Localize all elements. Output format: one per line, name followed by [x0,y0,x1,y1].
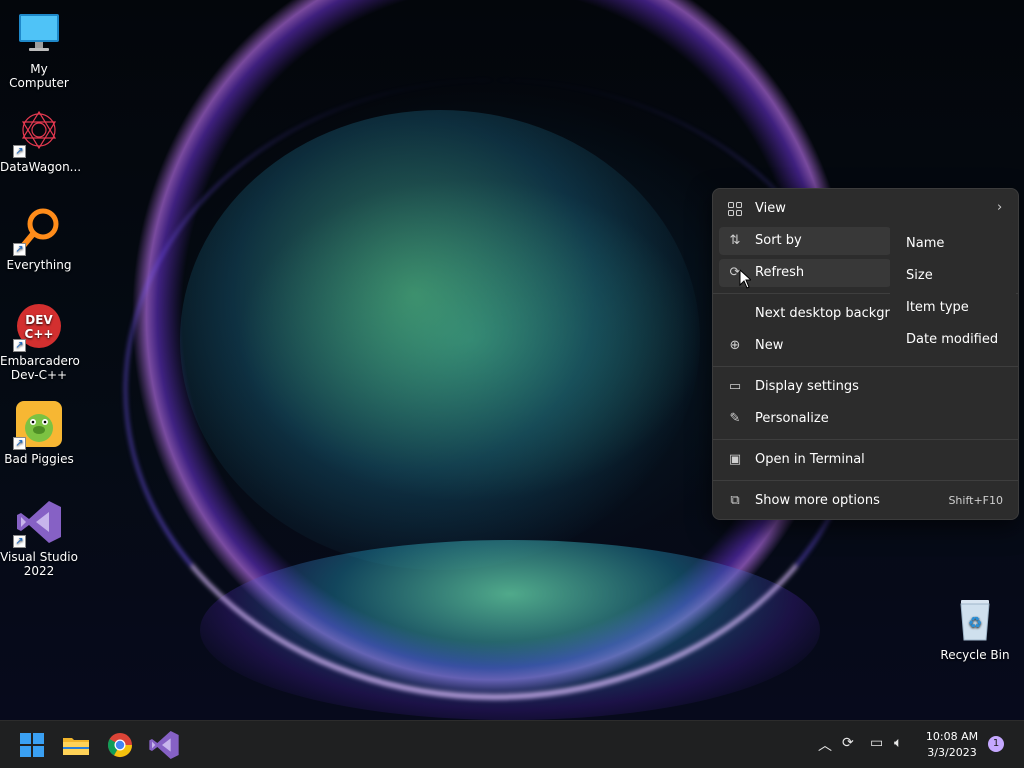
menu-item-label: Personalize [755,411,829,426]
menu-item-view[interactable]: View › [719,195,1013,223]
desktop[interactable]: My Computer ↗ DataWagon... ↗ Everything … [0,0,1024,720]
chevron-right-icon: › [997,200,1003,215]
shortcut-label: Shift+F10 [948,494,1003,507]
desktop-icon-label: DataWagon... [0,160,82,174]
shortcut-arrow-icon: ↗ [13,339,26,352]
file-explorer-button[interactable] [60,729,92,761]
expand-icon: ⧉ [730,493,740,508]
magnifier-icon: ↗ [13,206,63,256]
submenu-item-date-modified[interactable]: Date modified [906,332,998,347]
sort-by-submenu: Name Size Item type Date modified [890,222,1016,358]
plus-circle-icon: ⊕ [729,338,741,353]
clock-date: 3/3/2023 [927,746,977,759]
menu-item-label: Show more options [755,493,880,508]
mouse-cursor-icon [739,269,751,289]
bad-piggies-icon: ↗ [13,400,63,450]
clock-time: 10:08 AM [925,730,979,743]
monitor-icon [15,10,63,58]
taskbar: ︿ ⟳ ▭ 🔈︎ 10:08 AM 3/3/2023 [0,720,1024,768]
submenu-item-item-type[interactable]: Item type [906,300,969,315]
menu-separator [713,439,1018,440]
display-icon: ▭ [728,379,742,394]
sync-alert-icon[interactable]: ⟳ [842,735,854,751]
menu-item-display-settings[interactable]: ▭ Display settings [719,373,1013,401]
svg-text:C++: C++ [25,327,54,341]
visual-studio-taskbar-button[interactable] [148,729,180,761]
menu-item-next-background[interactable]: Next desktop backgro [719,300,898,328]
clock[interactable]: 10:08 AM 3/3/2023 [916,729,988,761]
network-icon[interactable]: ▭ [870,735,883,751]
menu-separator [713,366,1018,367]
shortcut-arrow-icon: ↗ [13,145,26,158]
shortcut-arrow-icon: ↗ [13,437,26,450]
submenu-item-size[interactable]: Size [906,268,933,283]
menu-item-show-more-options[interactable]: ⧉ Show more options Shift+F10 [719,487,1013,515]
pen-icon: ✎ [729,411,741,426]
menu-item-label: View [755,201,786,216]
visual-studio-icon: ↗ [13,498,63,548]
desktop-icon-datawagon[interactable]: ↗ DataWagon... [0,108,82,174]
terminal-icon: ▣ [728,452,742,467]
desktop-icon-everything[interactable]: ↗ Everything [0,206,78,272]
menu-item-label: Sort by [755,233,802,248]
start-icon [20,733,44,757]
menu-item-label: Refresh [755,265,805,280]
menu-item-open-terminal[interactable]: ▣ Open in Terminal [719,446,1013,474]
menu-item-personalize[interactable]: ✎ Personalize [719,405,1013,433]
chrome-icon [107,733,132,758]
submenu-item-name[interactable]: Name [906,236,944,251]
menu-item-label: New [755,338,784,353]
svg-text:♻: ♻ [968,613,982,632]
chrome-button[interactable] [104,729,136,761]
menu-item-new[interactable]: ⊕ New [719,332,891,360]
desktop-icon-bad-piggies[interactable]: ↗ Bad Piggies [0,400,78,466]
menu-item-sort-by[interactable]: ⇅ Sort by [719,227,891,255]
sort-icon: ⇅ [729,233,741,248]
desktop-icon-my-computer[interactable]: My Computer [0,10,78,90]
desktop-icon-visual-studio[interactable]: ↗ Visual Studio 2022 [0,498,78,578]
shortcut-arrow-icon: ↗ [13,535,26,548]
desktop-icon-devcpp[interactable]: DEV C++ ↗ Embarcadero Dev-C++ [0,302,80,382]
volume-icon[interactable]: 🔈︎ [894,735,902,751]
desktop-icon-label: Recycle Bin [940,648,1010,662]
desktop-icon-recycle-bin[interactable]: ♻ Recycle Bin [936,596,1014,662]
chevron-up-icon[interactable]: ︿ [818,735,832,755]
devcpp-icon: DEV C++ ↗ [13,302,63,352]
grid-icon [727,201,743,217]
shortcut-arrow-icon: ↗ [13,243,26,256]
desktop-icon-label: Bad Piggies [4,452,74,466]
menu-separator [713,480,1018,481]
start-button[interactable] [16,729,48,761]
menu-item-label: Open in Terminal [755,452,865,467]
desktop-icon-label: Everything [6,258,72,272]
desktop-icon-label: Embarcadero Dev-C++ [0,354,80,382]
recycle-bin-icon: ♻ [951,596,999,644]
file-explorer-icon [63,738,89,755]
menu-item-label: Next desktop backgro [755,306,898,321]
menu-item-label: Display settings [755,379,859,394]
desktop-icon-label: My Computer [9,62,69,90]
svg-text:DEV: DEV [25,313,53,327]
datawagon-icon: ↗ [13,108,63,158]
desktop-icon-label: Visual Studio 2022 [0,550,78,578]
visual-studio-icon [149,731,179,759]
notification-badge[interactable]: 1 [988,736,1004,752]
